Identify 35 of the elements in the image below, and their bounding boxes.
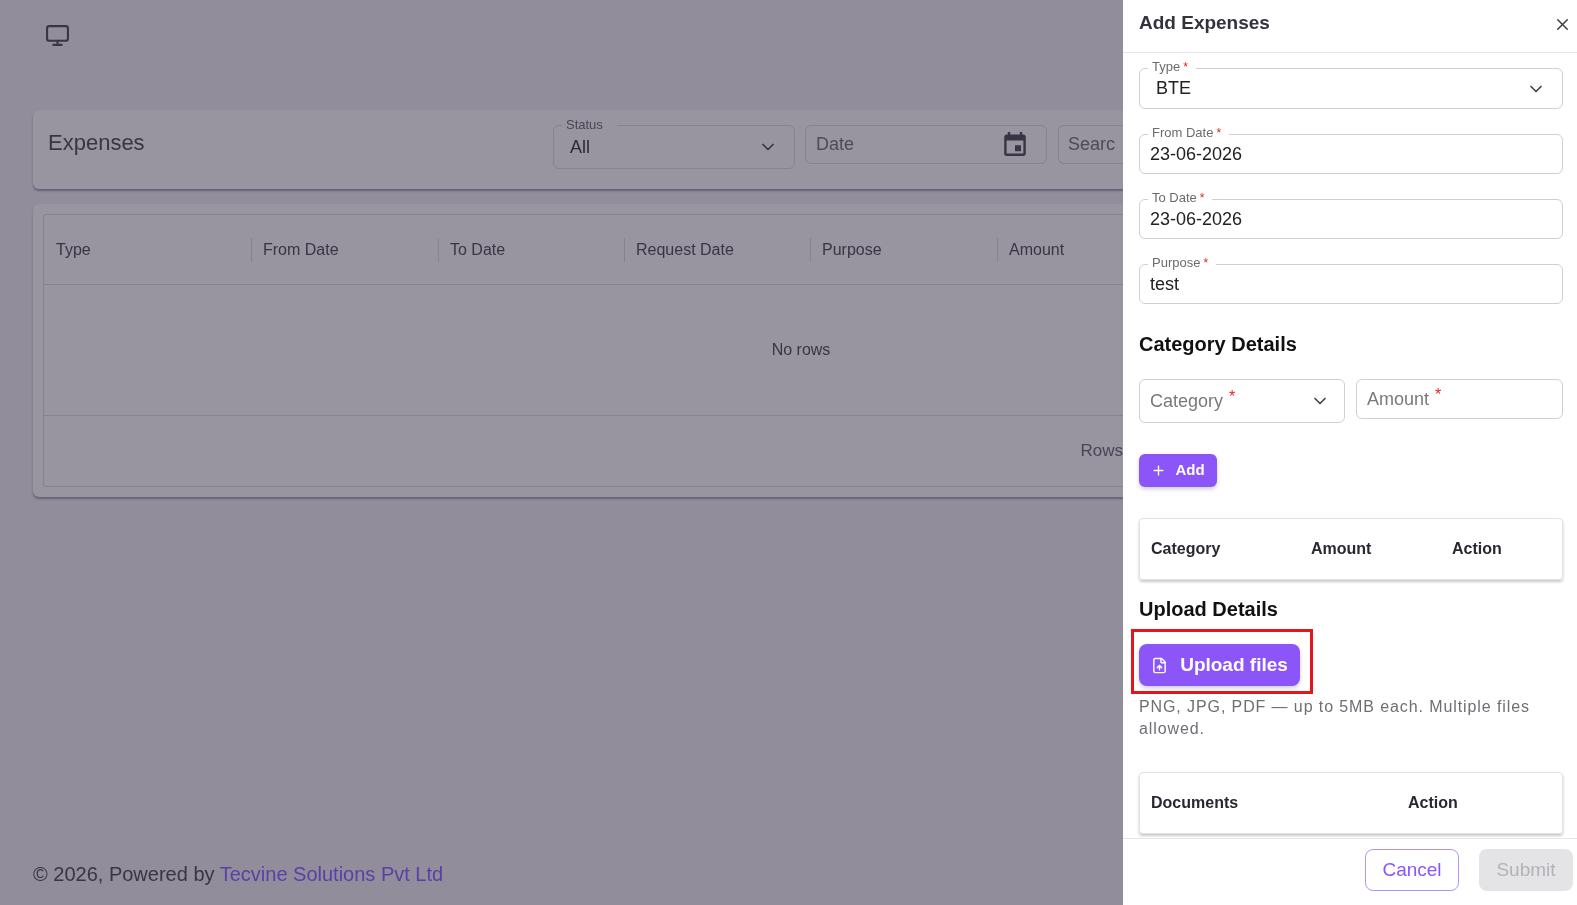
file-upload-icon (1151, 656, 1169, 674)
calendar-icon[interactable] (1004, 132, 1026, 156)
add-button[interactable]: Add (1139, 454, 1217, 487)
field-label: Category (1150, 389, 1224, 413)
upload-hint: PNG, JPG, PDF — up to 5MB each. Multiple files allowed. (1139, 697, 1531, 739)
column-header[interactable]: Amount (1009, 237, 1065, 262)
column-header[interactable]: Type (56, 237, 91, 262)
plus-icon (1151, 463, 1167, 478)
field-label: Amount (1367, 387, 1430, 411)
dropdown-field[interactable]: Category * (1139, 379, 1345, 423)
pagination-label: Rows (1080, 440, 1123, 463)
column-header[interactable]: To Date (450, 237, 506, 262)
cancel-button[interactable]: Cancel (1365, 849, 1459, 891)
section-heading: Category Details (1139, 332, 1298, 357)
drawer-title: Add Expenses (1139, 11, 1270, 35)
column-header: Documents (1151, 794, 1239, 811)
column-header[interactable]: Request Date (636, 237, 734, 262)
column-header: Action (1452, 540, 1502, 557)
column-header[interactable]: From Date (263, 237, 339, 262)
column-header: Category (1151, 540, 1221, 557)
empty-message: No rows (771, 340, 831, 360)
required-mark: * (1435, 385, 1442, 404)
monitor-icon[interactable] (45, 23, 70, 48)
page-title: Expenses (48, 129, 145, 157)
section-heading: Upload Details (1139, 597, 1279, 622)
required-mark: * (1229, 387, 1236, 406)
column-header[interactable]: Purpose (822, 237, 882, 262)
column-header: Action (1408, 794, 1458, 811)
column-header: Amount (1311, 540, 1372, 557)
search-field[interactable]: Searc (1058, 125, 1123, 164)
company-link[interactable]: Tecvine Solutions Pvt Ltd (219, 863, 444, 885)
date-field[interactable]: Date (805, 125, 1047, 164)
footer-text: © 2026, Powered by Tecvine Solutions Pvt Ltd (33, 862, 444, 886)
upload-button[interactable]: Upload files (1139, 644, 1300, 686)
input-field[interactable]: Amount * (1356, 379, 1563, 419)
